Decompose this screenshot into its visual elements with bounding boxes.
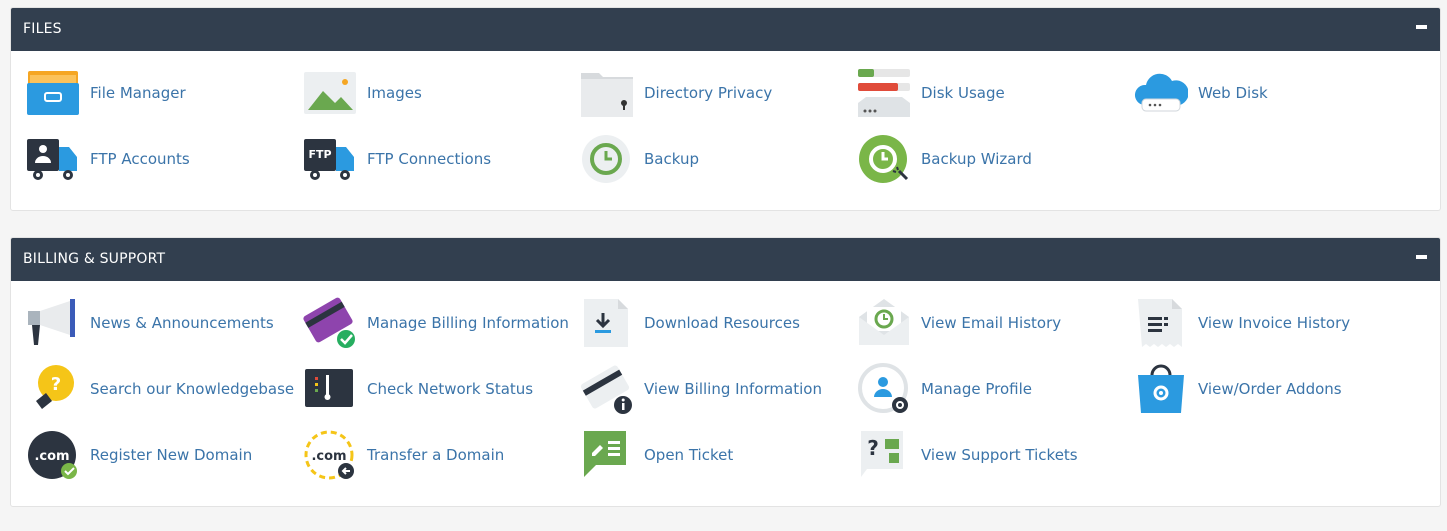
manage-billing-info-label: Manage Billing Information [367,314,569,332]
svg-text:?: ? [51,374,61,395]
svg-text:?: ? [867,436,879,460]
ftp-connections-icon: FTP [303,133,357,185]
view-invoice-history-link[interactable]: View Invoice History [1119,297,1350,349]
file-manager-icon [26,67,80,119]
manage-profile-label: Manage Profile [921,380,1032,398]
svg-text:.com: .com [34,449,69,464]
view-order-addons-label: View/Order Addons [1198,380,1342,398]
web-disk-icon [1134,67,1188,119]
backup-wizard-label: Backup Wizard [921,150,1032,168]
backup-label: Backup [644,150,699,168]
ftp-accounts-link[interactable]: FTP Accounts [11,133,190,185]
view-invoice-history-label: View Invoice History [1198,314,1351,332]
open-ticket-icon [580,429,634,481]
images-label: Images [367,84,422,102]
download-resources-link[interactable]: Download Resources [565,297,800,349]
files-panel-title: FILES [23,21,62,37]
billing-support-panel: BILLING & SUPPORT News & Announcements M… [10,237,1441,507]
open-ticket-label: Open Ticket [644,446,734,464]
backup-wizard-icon [857,133,911,185]
download-resources-label: Download Resources [644,314,800,332]
backup-icon [580,133,634,185]
directory-privacy-link[interactable]: Directory Privacy [565,67,772,119]
download-icon [580,297,634,349]
directory-privacy-label: Directory Privacy [644,84,773,102]
view-billing-info-label: View Billing Information [644,380,822,398]
view-support-tickets-link[interactable]: ? View Support Tickets [842,429,1078,481]
credit-card-info-icon [580,363,634,415]
network-status-icon [303,363,357,415]
news-announcements-label: News & Announcements [90,314,274,332]
email-history-icon [857,297,911,349]
ftp-connections-link[interactable]: FTP FTP Connections [288,133,491,185]
dotcom-transfer-icon: .com [303,429,357,481]
view-email-history-link[interactable]: View Email History [842,297,1061,349]
billing-panel-header: BILLING & SUPPORT [11,238,1440,281]
register-new-domain-link[interactable]: .com Register New Domain [11,429,252,481]
check-network-status-link[interactable]: Check Network Status [288,363,533,415]
web-disk-link[interactable]: Web Disk [1119,67,1268,119]
svg-text:FTP: FTP [308,148,331,161]
directory-privacy-icon [580,67,634,119]
files-collapse-button[interactable] [1416,25,1427,29]
lightbulb-icon: ? [26,363,80,415]
billing-collapse-button[interactable] [1416,255,1427,259]
disk-usage-label: Disk Usage [921,84,1005,102]
news-announcements-link[interactable]: News & Announcements [11,297,274,349]
manage-profile-link[interactable]: Manage Profile [842,363,1032,415]
dotcom-check-icon: .com [26,429,80,481]
megaphone-icon [26,297,80,349]
transfer-domain-link[interactable]: .com Transfer a Domain [288,429,504,481]
ftp-accounts-label: FTP Accounts [90,150,190,168]
view-billing-info-link[interactable]: View Billing Information [565,363,822,415]
disk-usage-icon [857,67,911,119]
open-ticket-link[interactable]: Open Ticket [565,429,733,481]
transfer-domain-label: Transfer a Domain [367,446,505,464]
ftp-accounts-icon [26,133,80,185]
credit-card-check-icon [303,297,357,349]
web-disk-label: Web Disk [1198,84,1268,102]
images-icon [303,67,357,119]
billing-panel-title: BILLING & SUPPORT [23,251,166,267]
svg-text:.com: .com [311,449,346,464]
view-email-history-label: View Email History [921,314,1062,332]
check-network-status-label: Check Network Status [367,380,534,398]
file-manager-label: File Manager [90,84,186,102]
search-knowledgebase-label: Search our Knowledgebase [90,380,295,398]
files-panel-header: FILES [11,8,1440,51]
files-panel: FILES File Manager Images Directory Priv… [10,7,1441,211]
search-knowledgebase-link[interactable]: ? Search our Knowledgebase [11,363,294,415]
file-manager-link[interactable]: File Manager [11,67,186,119]
ftp-connections-label: FTP Connections [367,150,492,168]
profile-gear-icon [857,363,911,415]
view-order-addons-link[interactable]: View/Order Addons [1119,363,1342,415]
backup-wizard-link[interactable]: Backup Wizard [842,133,1032,185]
shopping-bag-icon [1134,363,1188,415]
backup-link[interactable]: Backup [565,133,699,185]
manage-billing-info-link[interactable]: Manage Billing Information [288,297,569,349]
view-support-tickets-label: View Support Tickets [921,446,1078,464]
support-tickets-icon: ? [857,429,911,481]
disk-usage-link[interactable]: Disk Usage [842,67,1005,119]
invoice-icon [1134,297,1188,349]
images-link[interactable]: Images [288,67,422,119]
register-new-domain-label: Register New Domain [90,446,253,464]
